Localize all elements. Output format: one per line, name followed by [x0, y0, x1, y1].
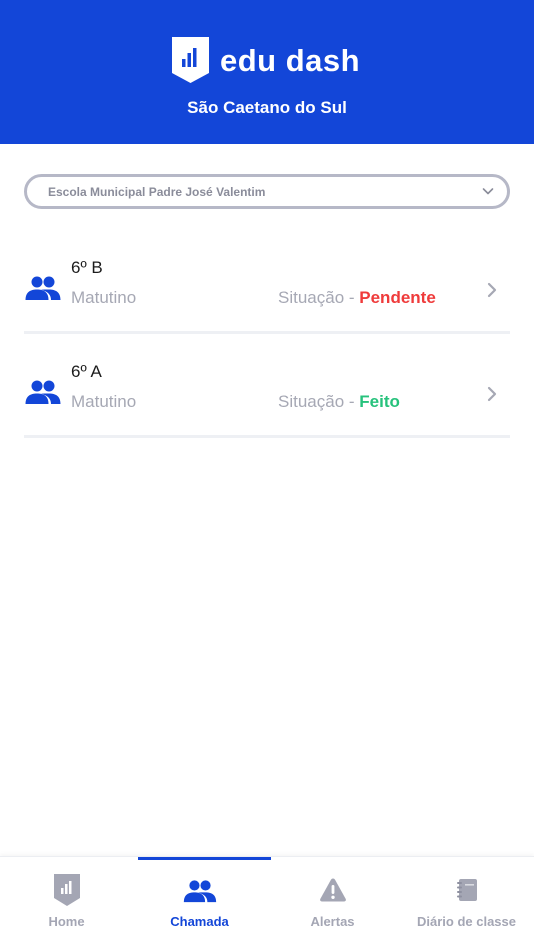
brand: edu dash: [170, 35, 360, 85]
class-status: Situação - Feito: [278, 392, 400, 412]
class-row-6b[interactable]: 6º B Matutino Situação - Pendente: [24, 246, 510, 334]
status-badge: Feito: [359, 392, 400, 411]
class-shift: Matutino: [71, 392, 137, 411]
status-label: Situação -: [278, 392, 360, 411]
nav-home[interactable]: Home: [0, 857, 133, 950]
brand-name: edu dash: [220, 42, 361, 78]
school-select-value: Escola Municipal Padre José Valentim: [48, 184, 266, 199]
people-icon: [183, 880, 216, 903]
nav-chamada-label: Chamada: [170, 914, 229, 929]
status-label: Situação -: [278, 288, 360, 307]
people-icon: [25, 380, 61, 404]
status-badge: Pendente: [359, 288, 436, 307]
class-name: 6º B: [71, 258, 103, 277]
warning-icon: [319, 878, 346, 902]
nav-alertas-label: Alertas: [310, 914, 355, 929]
nav-alertas[interactable]: Alertas: [266, 857, 399, 950]
edudash-logo-icon: [172, 37, 209, 83]
class-shift: Matutino: [71, 288, 137, 307]
class-row-6a[interactable]: 6º A Matutino Situação - Feito: [24, 350, 510, 438]
people-icon: [25, 276, 61, 300]
chevron-down-icon: [482, 188, 494, 195]
school-select[interactable]: Escola Municipal Padre José Valentim: [24, 174, 510, 209]
chevron-right-icon: [487, 282, 497, 298]
class-name: 6º A: [71, 362, 102, 381]
class-status: Situação - Pendente: [278, 288, 436, 308]
nav-chamada[interactable]: Chamada: [133, 857, 271, 950]
nav-diario[interactable]: Diário de classe: [400, 857, 533, 950]
bottom-nav: Home Chamada Alertas Diário de classe: [0, 856, 534, 950]
notebook-icon: [456, 879, 477, 901]
home-chart-icon: [53, 874, 80, 906]
nav-diario-label: Diário de classe: [417, 914, 516, 929]
city-title: São Caetano do Sul: [187, 98, 347, 117]
chevron-right-icon: [487, 386, 497, 402]
app-header: edu dash São Caetano do Sul: [0, 0, 534, 144]
nav-home-label: Home: [48, 914, 85, 929]
